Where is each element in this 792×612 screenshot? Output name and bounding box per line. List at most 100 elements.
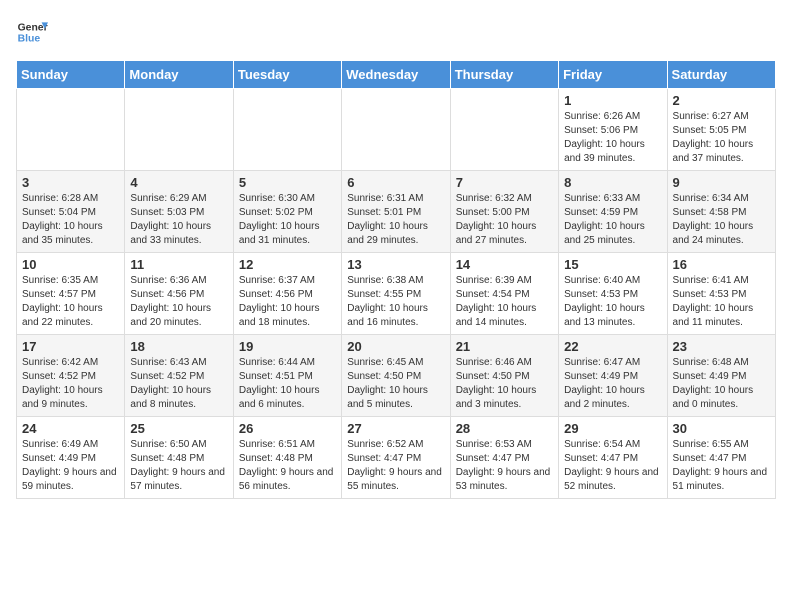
calendar-cell: 1 Sunrise: 6:26 AM Sunset: 5:06 PM Daylig… bbox=[559, 89, 667, 171]
logo-icon: General Blue bbox=[16, 16, 48, 48]
page-header: General Blue bbox=[16, 16, 776, 48]
day-info: Sunrise: 6:32 AM Sunset: 5:00 PM Dayligh… bbox=[456, 192, 553, 248]
calendar-cell: 17 Sunrise: 6:42 AM Sunset: 4:52 PM Dayli… bbox=[17, 335, 125, 417]
svg-text:Blue: Blue bbox=[18, 34, 41, 45]
day-number: 11 bbox=[130, 257, 227, 272]
day-info: Sunrise: 6:39 AM Sunset: 4:54 PM Dayligh… bbox=[456, 274, 553, 330]
day-info: Sunrise: 6:34 AM Sunset: 4:58 PM Dayligh… bbox=[673, 192, 770, 248]
calendar-cell: 14Sunrise: 6:39 AM Sunset: 4:54 PM Dayli… bbox=[450, 253, 558, 335]
day-number: 29 bbox=[564, 421, 661, 436]
day-info: Sunrise: 6:27 AM Sunset: 5:05 PM Dayligh… bbox=[673, 110, 770, 166]
day-number: 16 bbox=[673, 257, 770, 272]
calendar-cell: 11 Sunrise: 6:36 AM Sunset: 4:56 PM Dayli… bbox=[125, 253, 233, 335]
calendar-week-2: 3 Sunrise: 6:28 AM Sunset: 5:04 PM Daylig… bbox=[17, 171, 776, 253]
calendar-cell: 21 Sunrise: 6:46 AM Sunset: 4:50 PM Dayli… bbox=[450, 335, 558, 417]
logo: General Blue bbox=[16, 16, 48, 48]
day-info: Sunrise: 6:28 AM Sunset: 5:04 PM Dayligh… bbox=[22, 192, 119, 248]
day-info: Sunrise: 6:45 AM Sunset: 4:50 PM Dayligh… bbox=[347, 356, 444, 412]
day-number: 19 bbox=[239, 339, 336, 354]
day-number: 3 bbox=[22, 175, 119, 190]
day-number: 5 bbox=[239, 175, 336, 190]
day-info: Sunrise: 6:55 AM Sunset: 4:47 PM Dayligh… bbox=[673, 438, 770, 494]
day-number: 4 bbox=[130, 175, 227, 190]
day-info: Sunrise: 6:50 AM Sunset: 4:48 PM Dayligh… bbox=[130, 438, 227, 494]
calendar-week-4: 17 Sunrise: 6:42 AM Sunset: 4:52 PM Dayli… bbox=[17, 335, 776, 417]
day-info: Sunrise: 6:26 AM Sunset: 5:06 PM Dayligh… bbox=[564, 110, 661, 166]
day-info: Sunrise: 6:52 AM Sunset: 4:47 PM Dayligh… bbox=[347, 438, 444, 494]
day-header-saturday: Saturday bbox=[667, 61, 775, 89]
day-info: Sunrise: 6:29 AM Sunset: 5:03 PM Dayligh… bbox=[130, 192, 227, 248]
day-info: Sunrise: 6:41 AM Sunset: 4:53 PM Dayligh… bbox=[673, 274, 770, 330]
calendar-cell: 23 Sunrise: 6:48 AM Sunset: 4:49 PM Dayli… bbox=[667, 335, 775, 417]
calendar-cell bbox=[125, 89, 233, 171]
day-number: 25 bbox=[130, 421, 227, 436]
day-header-friday: Friday bbox=[559, 61, 667, 89]
calendar-cell: 27Sunrise: 6:52 AM Sunset: 4:47 PM Dayli… bbox=[342, 417, 450, 499]
day-info: Sunrise: 6:30 AM Sunset: 5:02 PM Dayligh… bbox=[239, 192, 336, 248]
day-info: Sunrise: 6:38 AM Sunset: 4:55 PM Dayligh… bbox=[347, 274, 444, 330]
day-info: Sunrise: 6:46 AM Sunset: 4:50 PM Dayligh… bbox=[456, 356, 553, 412]
calendar-cell: 12Sunrise: 6:37 AM Sunset: 4:56 PM Dayli… bbox=[233, 253, 341, 335]
day-header-wednesday: Wednesday bbox=[342, 61, 450, 89]
calendar-cell bbox=[17, 89, 125, 171]
day-number: 21 bbox=[456, 339, 553, 354]
calendar-cell: 15 Sunrise: 6:40 AM Sunset: 4:53 PM Dayli… bbox=[559, 253, 667, 335]
calendar-cell: 20Sunrise: 6:45 AM Sunset: 4:50 PM Dayli… bbox=[342, 335, 450, 417]
day-info: Sunrise: 6:33 AM Sunset: 4:59 PM Dayligh… bbox=[564, 192, 661, 248]
day-number: 15 bbox=[564, 257, 661, 272]
day-number: 13 bbox=[347, 257, 444, 272]
calendar-cell: 24 Sunrise: 6:49 AM Sunset: 4:49 PM Dayli… bbox=[17, 417, 125, 499]
day-header-sunday: Sunday bbox=[17, 61, 125, 89]
day-header-tuesday: Tuesday bbox=[233, 61, 341, 89]
day-number: 17 bbox=[22, 339, 119, 354]
day-number: 26 bbox=[239, 421, 336, 436]
day-info: Sunrise: 6:49 AM Sunset: 4:49 PM Dayligh… bbox=[22, 438, 119, 494]
day-info: Sunrise: 6:54 AM Sunset: 4:47 PM Dayligh… bbox=[564, 438, 661, 494]
day-header-monday: Monday bbox=[125, 61, 233, 89]
calendar-cell: 4 Sunrise: 6:29 AM Sunset: 5:03 PM Daylig… bbox=[125, 171, 233, 253]
calendar-cell: 16 Sunrise: 6:41 AM Sunset: 4:53 PM Dayli… bbox=[667, 253, 775, 335]
calendar-table: SundayMondayTuesdayWednesdayThursdayFrid… bbox=[16, 60, 776, 499]
day-number: 28 bbox=[456, 421, 553, 436]
day-number: 24 bbox=[22, 421, 119, 436]
calendar-cell: 18Sunrise: 6:43 AM Sunset: 4:52 PM Dayli… bbox=[125, 335, 233, 417]
day-number: 30 bbox=[673, 421, 770, 436]
calendar-cell: 9 Sunrise: 6:34 AM Sunset: 4:58 PM Daylig… bbox=[667, 171, 775, 253]
day-number: 23 bbox=[673, 339, 770, 354]
calendar-week-1: 1 Sunrise: 6:26 AM Sunset: 5:06 PM Daylig… bbox=[17, 89, 776, 171]
calendar-cell: 30 Sunrise: 6:55 AM Sunset: 4:47 PM Dayli… bbox=[667, 417, 775, 499]
day-info: Sunrise: 6:51 AM Sunset: 4:48 PM Dayligh… bbox=[239, 438, 336, 494]
day-info: Sunrise: 6:53 AM Sunset: 4:47 PM Dayligh… bbox=[456, 438, 553, 494]
day-info: Sunrise: 6:44 AM Sunset: 4:51 PM Dayligh… bbox=[239, 356, 336, 412]
day-number: 2 bbox=[673, 93, 770, 108]
calendar-cell: 2 Sunrise: 6:27 AM Sunset: 5:05 PM Daylig… bbox=[667, 89, 775, 171]
day-number: 6 bbox=[347, 175, 444, 190]
day-info: Sunrise: 6:48 AM Sunset: 4:49 PM Dayligh… bbox=[673, 356, 770, 412]
day-number: 12 bbox=[239, 257, 336, 272]
day-info: Sunrise: 6:42 AM Sunset: 4:52 PM Dayligh… bbox=[22, 356, 119, 412]
day-info: Sunrise: 6:31 AM Sunset: 5:01 PM Dayligh… bbox=[347, 192, 444, 248]
day-header-thursday: Thursday bbox=[450, 61, 558, 89]
calendar-header-row: SundayMondayTuesdayWednesdayThursdayFrid… bbox=[17, 61, 776, 89]
day-number: 8 bbox=[564, 175, 661, 190]
calendar-cell: 26 Sunrise: 6:51 AM Sunset: 4:48 PM Dayli… bbox=[233, 417, 341, 499]
day-number: 1 bbox=[564, 93, 661, 108]
calendar-cell bbox=[342, 89, 450, 171]
calendar-cell: 8 Sunrise: 6:33 AM Sunset: 4:59 PM Daylig… bbox=[559, 171, 667, 253]
day-info: Sunrise: 6:47 AM Sunset: 4:49 PM Dayligh… bbox=[564, 356, 661, 412]
calendar-cell: 19 Sunrise: 6:44 AM Sunset: 4:51 PM Dayli… bbox=[233, 335, 341, 417]
day-number: 9 bbox=[673, 175, 770, 190]
calendar-cell: 10Sunrise: 6:35 AM Sunset: 4:57 PM Dayli… bbox=[17, 253, 125, 335]
day-info: Sunrise: 6:43 AM Sunset: 4:52 PM Dayligh… bbox=[130, 356, 227, 412]
calendar-cell bbox=[450, 89, 558, 171]
calendar-week-3: 10Sunrise: 6:35 AM Sunset: 4:57 PM Dayli… bbox=[17, 253, 776, 335]
day-info: Sunrise: 6:40 AM Sunset: 4:53 PM Dayligh… bbox=[564, 274, 661, 330]
day-info: Sunrise: 6:35 AM Sunset: 4:57 PM Dayligh… bbox=[22, 274, 119, 330]
calendar-cell: 7Sunrise: 6:32 AM Sunset: 5:00 PM Daylig… bbox=[450, 171, 558, 253]
calendar-week-5: 24 Sunrise: 6:49 AM Sunset: 4:49 PM Dayli… bbox=[17, 417, 776, 499]
day-info: Sunrise: 6:36 AM Sunset: 4:56 PM Dayligh… bbox=[130, 274, 227, 330]
calendar-cell: 28 Sunrise: 6:53 AM Sunset: 4:47 PM Dayli… bbox=[450, 417, 558, 499]
calendar-cell: 6 Sunrise: 6:31 AM Sunset: 5:01 PM Daylig… bbox=[342, 171, 450, 253]
calendar-cell: 13 Sunrise: 6:38 AM Sunset: 4:55 PM Dayli… bbox=[342, 253, 450, 335]
calendar-cell: 22Sunrise: 6:47 AM Sunset: 4:49 PM Dayli… bbox=[559, 335, 667, 417]
